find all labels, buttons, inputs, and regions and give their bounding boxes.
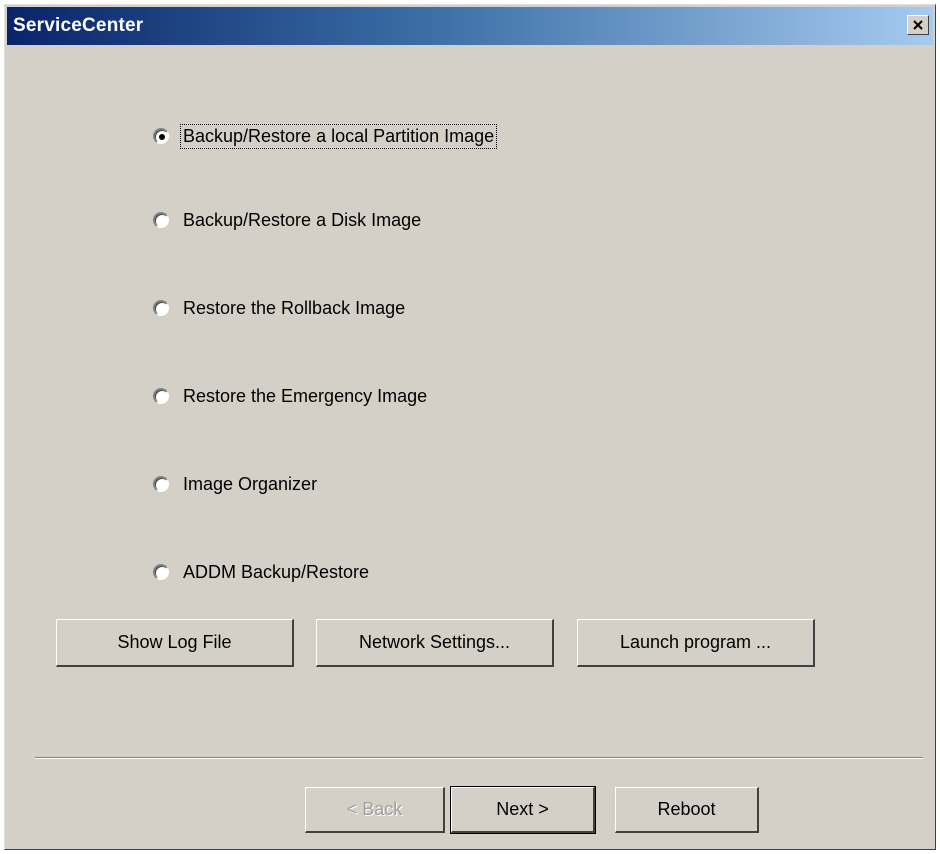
next-button[interactable]: Next > [450,786,596,834]
option-addm-backup[interactable]: ADDM Backup/Restore [153,559,371,585]
network-settings-button[interactable]: Network Settings... [316,619,554,667]
radio-button[interactable] [153,388,169,404]
option-label: ADDM Backup/Restore [183,561,370,582]
radio-button[interactable] [153,564,169,580]
option-rollback-image[interactable]: Restore the Rollback Image [153,295,407,321]
reboot-button[interactable]: Reboot [615,787,759,833]
option-label: Restore the Emergency Image [183,385,428,406]
option-label: Image Organizer [183,473,318,494]
radio-button[interactable] [153,128,169,144]
back-button[interactable]: < Back [305,787,445,833]
option-label: Restore the Rollback Image [183,297,406,318]
option-partition-image[interactable]: Backup/Restore a local Partition Image [153,123,498,149]
option-image-organizer[interactable]: Image Organizer [153,471,319,497]
show-log-file-button[interactable]: Show Log File [56,619,294,667]
option-label: Backup/Restore a local Partition Image [179,123,498,149]
radio-button[interactable] [153,212,169,228]
option-label: Backup/Restore a Disk Image [183,209,422,230]
close-button[interactable] [907,15,929,35]
option-emergency-image[interactable]: Restore the Emergency Image [153,383,429,409]
title-bar[interactable]: ServiceCenter [7,7,933,45]
service-center-dialog: ServiceCenter Backup/Restore a local Par… [4,4,936,850]
radio-selected-dot [158,133,165,140]
radio-button[interactable] [153,300,169,316]
option-disk-image[interactable]: Backup/Restore a Disk Image [153,207,423,233]
radio-button[interactable] [153,476,169,492]
separator [35,757,923,759]
launch-program-button[interactable]: Launch program ... [577,619,815,667]
close-icon [913,20,923,30]
window-title: ServiceCenter [13,15,144,36]
